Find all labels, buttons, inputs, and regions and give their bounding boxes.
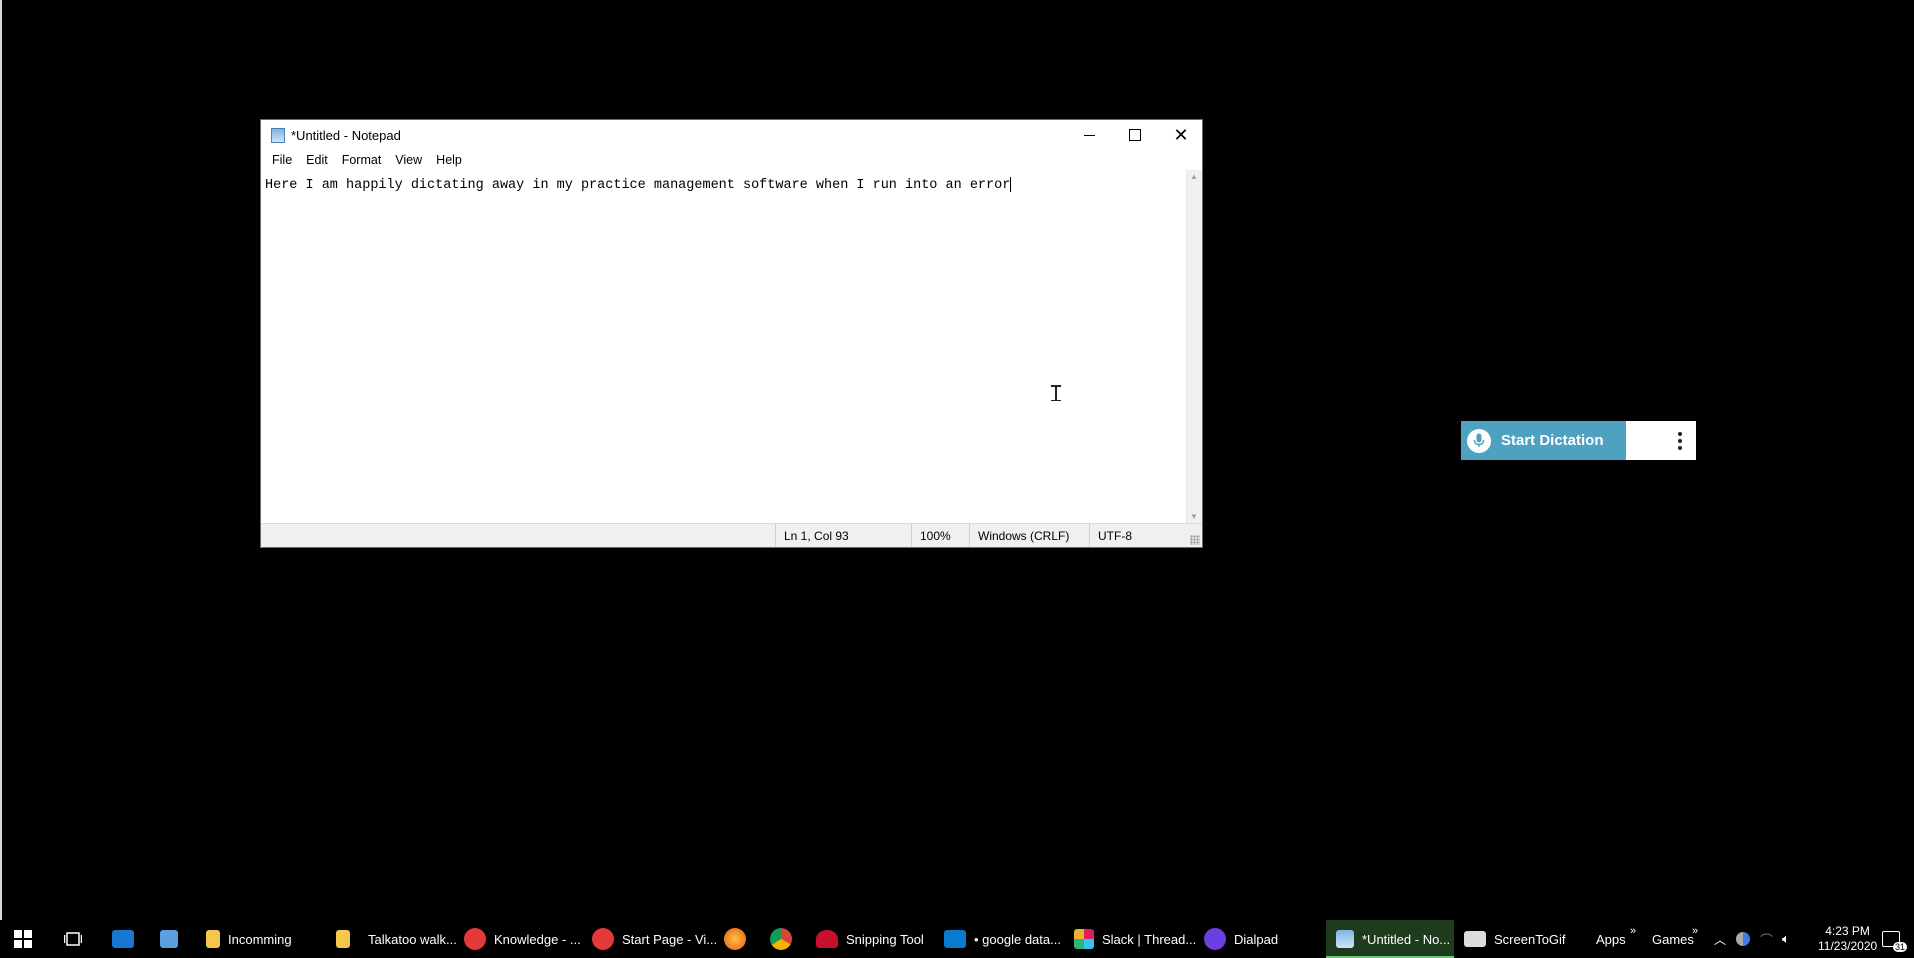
menu-format[interactable]: Format	[335, 153, 389, 167]
volume-icon[interactable]: 🔈︎	[1782, 920, 1790, 958]
status-encoding: UTF-8	[1089, 524, 1202, 547]
taskbar-clock[interactable]: 4:23 PM 11/23/2020	[1818, 924, 1877, 954]
taskbar: Incomming Talkatoo walk... Knowledge - .…	[0, 920, 1914, 958]
notification-icon: 31	[1882, 931, 1907, 952]
taskbar-item-talkatoo[interactable]: Talkatoo walk...	[336, 920, 457, 958]
taskbar-app-chrome[interactable]	[770, 920, 800, 958]
slack-icon	[1074, 929, 1094, 949]
taskbar-item-knowledge[interactable]: Knowledge - ...	[464, 920, 581, 958]
taskbar-item-screentogif[interactable]: ScreenToGif	[1464, 920, 1566, 958]
vscode-icon	[944, 930, 966, 948]
wifi-icon[interactable]: ⌒	[1760, 920, 1773, 958]
task-view-button[interactable]	[64, 920, 82, 958]
chevron-icon[interactable]: »	[1692, 912, 1698, 950]
close-icon: ✕	[1173, 125, 1189, 145]
taskbar-item-incomming[interactable]: Incomming	[206, 920, 292, 958]
firefox-icon	[724, 928, 746, 950]
title-bar[interactable]: *Untitled - Notepad ✕	[261, 120, 1202, 150]
start-button[interactable]	[14, 920, 32, 958]
dialpad-icon	[1204, 928, 1226, 950]
minimize-icon	[1083, 134, 1095, 136]
taskbar-item-snipping-tool[interactable]: Snipping Tool	[816, 920, 924, 958]
taskbar-app-outlook[interactable]	[112, 920, 142, 958]
start-dictation-button[interactable]: Start Dictation	[1461, 421, 1626, 460]
snipping-tool-icon	[816, 930, 838, 948]
microphone-icon	[1467, 428, 1491, 453]
menu-view[interactable]: View	[388, 153, 429, 167]
menu-edit[interactable]: Edit	[299, 153, 335, 167]
vivaldi-icon	[592, 928, 614, 950]
taskbar-item-vscode[interactable]: • google data...	[944, 920, 1061, 958]
taskbar-item-dialpad[interactable]: Dialpad	[1204, 920, 1278, 958]
mail-app-icon	[112, 930, 134, 948]
text-editor[interactable]: Here I am happily dictating away in my p…	[261, 170, 1186, 523]
editor-text: Here I am happily dictating away in my p…	[265, 178, 1011, 194]
notepad-icon	[1336, 930, 1354, 948]
folder-icon	[206, 930, 220, 948]
resize-grip-icon[interactable]	[1190, 535, 1200, 545]
vertical-scrollbar[interactable]: ▲ ▼	[1186, 170, 1202, 523]
kebab-menu-icon	[1678, 431, 1682, 450]
toolbar-apps[interactable]: Apps	[1596, 920, 1626, 958]
remote-desktop-icon	[160, 930, 178, 948]
task-view-icon	[64, 932, 82, 946]
menu-file[interactable]: File	[265, 153, 299, 167]
scroll-up-icon[interactable]: ▲	[1190, 172, 1198, 181]
taskbar-item-notepad[interactable]: *Untitled - No...	[1326, 920, 1454, 958]
vivaldi-icon	[464, 928, 486, 950]
clock-date: 11/23/2020	[1818, 939, 1878, 953]
notepad-window: *Untitled - Notepad ✕ File Edit Format V…	[260, 119, 1203, 548]
show-hidden-icons-icon[interactable]: ︿	[1714, 920, 1726, 958]
notification-count-badge: 31	[1892, 942, 1907, 952]
scroll-down-icon[interactable]: ▼	[1190, 512, 1198, 521]
status-zoom: 100%	[911, 524, 969, 547]
maximize-button[interactable]	[1112, 120, 1158, 150]
start-dictation-label: Start Dictation	[1501, 432, 1604, 449]
status-bar: Ln 1, Col 93 100% Windows (CRLF) UTF-8	[261, 523, 1202, 547]
network-status-icon[interactable]	[1736, 920, 1750, 958]
window-title: *Untitled - Notepad	[291, 128, 401, 143]
dictation-widget: Start Dictation	[1461, 421, 1696, 460]
taskbar-app-firefox[interactable]	[724, 920, 754, 958]
windows-logo-icon	[14, 930, 32, 948]
screentogif-icon	[1464, 931, 1486, 947]
status-line-endings: Windows (CRLF)	[969, 524, 1089, 547]
folder-icon	[336, 930, 350, 948]
desktop-edge	[0, 0, 2, 920]
dictation-menu-button[interactable]	[1626, 421, 1696, 460]
notifications-button[interactable]: 31	[1882, 920, 1907, 958]
ibeam-cursor-icon	[1051, 385, 1061, 401]
text-caret	[1010, 177, 1012, 192]
clock-time: 4:23 PM	[1825, 924, 1870, 938]
minimize-button[interactable]	[1066, 120, 1112, 150]
maximize-icon	[1129, 129, 1141, 141]
toolbar-games[interactable]: Games	[1652, 920, 1694, 958]
taskbar-app-remote[interactable]	[160, 920, 186, 958]
menu-help[interactable]: Help	[429, 153, 469, 167]
chrome-icon	[770, 928, 792, 950]
close-button[interactable]: ✕	[1158, 120, 1204, 150]
taskbar-item-slack[interactable]: Slack | Thread...	[1074, 920, 1196, 958]
chevron-icon[interactable]: »	[1630, 912, 1636, 950]
notepad-icon	[271, 128, 285, 143]
menu-bar: File Edit Format View Help	[261, 150, 1202, 170]
status-cursor-position: Ln 1, Col 93	[775, 524, 911, 547]
taskbar-item-start-page[interactable]: Start Page - Vi...	[592, 920, 717, 958]
